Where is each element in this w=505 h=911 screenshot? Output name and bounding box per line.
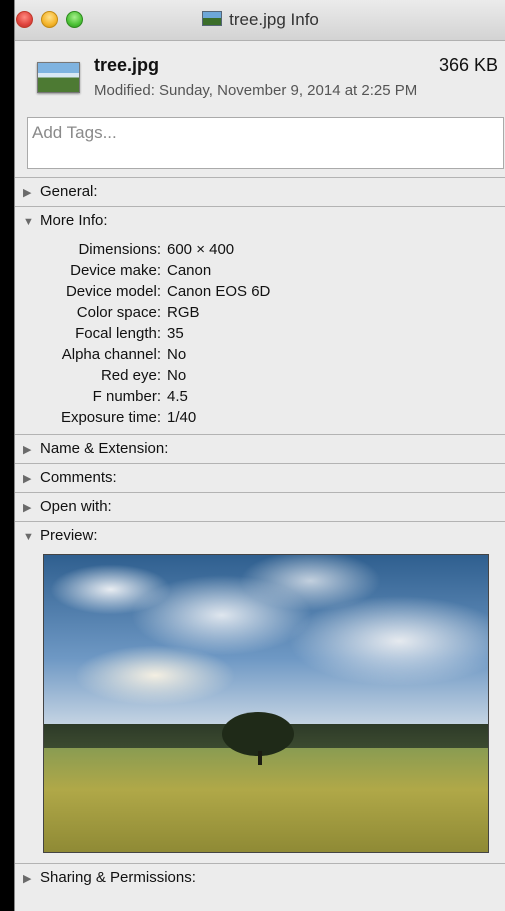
section-name-extension-label: Name & Extension: [40,440,169,457]
section-name-extension[interactable]: ▶ Name & Extension: [15,434,505,463]
section-more-info[interactable]: ▼ More Info: Dimensions: 600 × 400 Device … [15,206,505,434]
section-general-label: General: [40,183,98,200]
title-bar[interactable]: tree.jpg Info [15,0,505,41]
disclosure-expanded-icon[interactable]: ▼ [23,208,36,236]
info-row-dimensions: Dimensions: 600 × 400 [15,239,505,260]
info-row-focal-length: Focal length: 35 [15,323,505,344]
section-sharing-permissions-header[interactable]: ▶ Sharing & Permissions: [15,864,505,892]
section-open-with-header[interactable]: ▶ Open with: [15,493,505,521]
section-comments-label: Comments: [40,469,117,486]
info-value: 4.5 [167,388,188,405]
preview-sky [44,555,488,728]
disclosure-collapsed-icon[interactable]: ▶ [23,179,36,207]
section-comments-header[interactable]: ▶ Comments: [15,464,505,492]
info-row-f-number: F number: 4.5 [15,386,505,407]
section-general-header[interactable]: ▶ General: [15,178,505,206]
preview-tree-trunk [258,751,262,766]
section-open-with[interactable]: ▶ Open with: [15,492,505,521]
info-value: Canon [167,262,212,279]
preview-field [44,748,488,852]
info-label: Focal length: [75,325,161,342]
disclosure-collapsed-icon[interactable]: ▶ [23,465,36,493]
image-file-icon [202,11,223,26]
disclosure-collapsed-icon[interactable]: ▶ [23,494,36,522]
info-label: Dimensions: [78,241,161,258]
tags-input[interactable] [28,118,492,148]
info-row-red-eye: Red eye: No [15,365,505,386]
file-thumbnail [37,62,80,93]
info-value: 600 × 400 [167,241,235,258]
section-preview-label: Preview: [40,527,98,544]
info-value: Canon EOS 6D [167,283,271,300]
info-window: tree.jpg Info tree.jpg 366 KB Modified: … [14,0,505,911]
info-value: RGB [167,304,200,321]
section-more-info-header[interactable]: ▼ More Info: [15,207,505,235]
section-open-with-label: Open with: [40,498,112,515]
info-value: 35 [167,325,184,342]
section-general[interactable]: ▶ General: [15,177,505,206]
disclosure-expanded-icon[interactable]: ▼ [23,523,36,551]
tags-field[interactable] [27,117,504,169]
info-label: Red eye: [100,367,161,384]
window-title: tree.jpg Info [15,10,505,30]
info-label: Color space: [76,304,161,321]
preview-tree [221,712,294,757]
info-label: Exposure time: [60,409,161,426]
section-more-info-label: More Info: [40,212,108,229]
modified-date: Modified: Sunday, November 9, 2014 at 2:… [94,82,418,99]
info-value: 1/40 [167,409,197,426]
section-name-extension-header[interactable]: ▶ Name & Extension: [15,435,505,463]
preview-image [43,554,489,853]
disclosure-collapsed-icon[interactable]: ▶ [23,436,36,464]
section-comments[interactable]: ▶ Comments: [15,463,505,492]
file-name: tree.jpg [94,55,160,75]
disclosure-collapsed-icon[interactable]: ▶ [23,865,36,893]
info-label: Alpha channel: [61,346,161,363]
window-title-text: tree.jpg Info [229,10,319,29]
info-row-color-space: Color space: RGB [15,302,505,323]
info-value: No [167,346,187,363]
info-label: Device model: [65,283,161,300]
info-label: Device make: [70,262,161,279]
info-row-device-make: Device make: Canon [15,260,505,281]
info-row-device-model: Device model: Canon EOS 6D [15,281,505,302]
info-row-exposure-time: Exposure time: 1/40 [15,407,505,428]
section-sharing-permissions[interactable]: ▶ Sharing & Permissions: [15,863,505,892]
info-row-alpha-channel: Alpha channel: No [15,344,505,365]
info-value: No [167,367,187,384]
info-label: F number: [92,388,161,405]
more-info-table: Dimensions: 600 × 400 Device make: Canon D… [15,235,505,434]
section-preview[interactable]: ▼ Preview: [15,521,505,863]
file-header: tree.jpg 366 KB Modified: Sunday, Novemb… [15,41,505,111]
file-size: 366 KB [438,55,498,75]
section-preview-header[interactable]: ▼ Preview: [15,522,505,550]
section-sharing-permissions-label: Sharing & Permissions: [40,869,196,886]
